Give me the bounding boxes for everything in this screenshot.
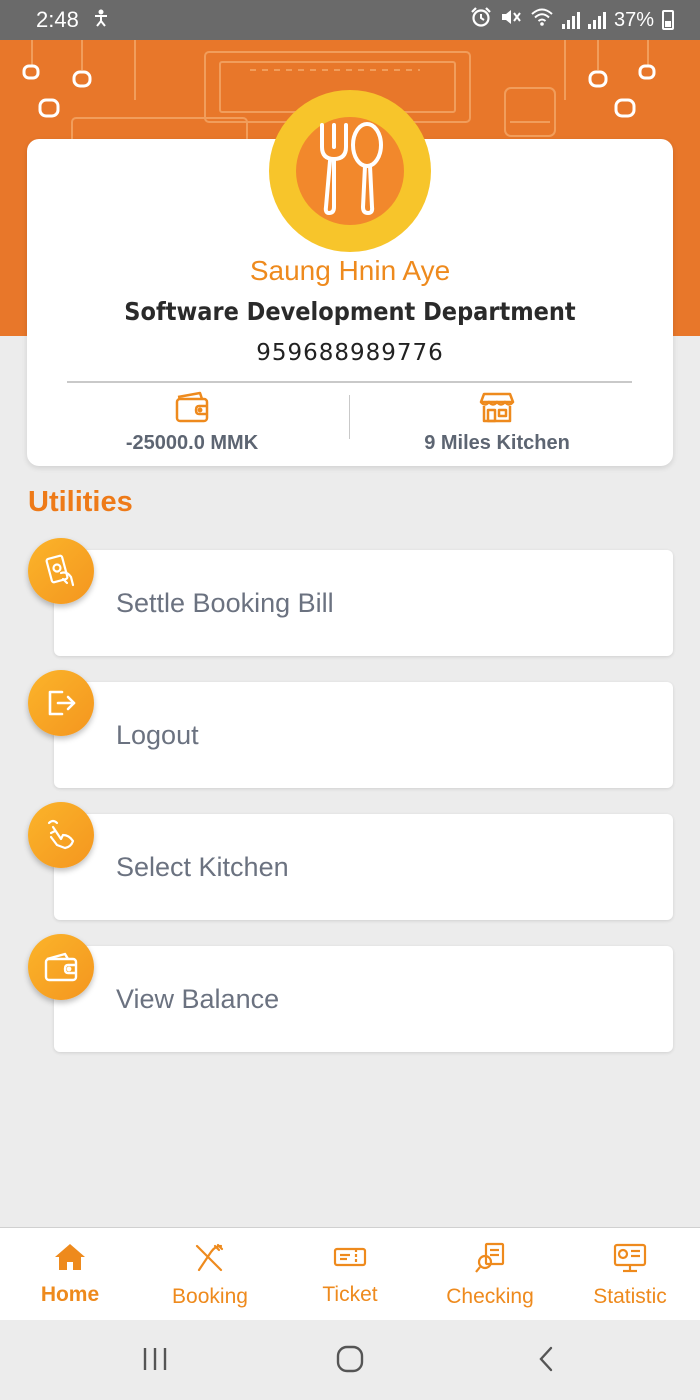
nav-home[interactable]: Home — [0, 1228, 140, 1321]
signal-icon-2 — [587, 11, 606, 29]
wallet-icon — [42, 391, 342, 428]
nav-booking[interactable]: Booking — [140, 1228, 280, 1321]
wallet-icon — [28, 934, 94, 1000]
user-name: Saung Hnin Aye — [249, 255, 451, 286]
kitchen-stat[interactable]: 9 Miles Kitchen — [347, 391, 647, 455]
cash-hand-icon — [28, 538, 94, 604]
store-icon — [347, 391, 647, 428]
department-name: Software Development Department — [124, 297, 576, 326]
fork-spoon-icon — [312, 121, 388, 222]
settle-booking-bill-item[interactable]: Settle Booking Bill — [28, 538, 673, 656]
nav-label: Checking — [446, 1285, 534, 1308]
nav-label: Home — [40, 1283, 100, 1306]
home-icon — [53, 1242, 87, 1277]
profile-card: Saung Hnin Aye Software Development Depa… — [27, 90, 673, 466]
avatar — [269, 90, 431, 252]
fork-knife-icon — [193, 1242, 227, 1279]
status-icons: 37% — [470, 7, 674, 33]
checking-icon — [473, 1242, 507, 1279]
logout-icon — [28, 670, 94, 736]
kitchen-value: 9 Miles Kitchen — [424, 432, 570, 454]
battery-icon — [662, 10, 674, 30]
view-balance-item[interactable]: View Balance — [28, 934, 673, 1052]
nav-label: Statistic — [593, 1285, 667, 1308]
accessibility-icon — [93, 9, 109, 32]
hand-pointer-icon — [28, 802, 94, 868]
logout-item[interactable]: Logout — [28, 670, 673, 788]
nav-label: Booking — [172, 1285, 248, 1308]
statistic-icon — [613, 1242, 647, 1279]
phone-number: 959688989776 — [256, 340, 444, 366]
ticket-icon — [333, 1242, 367, 1277]
util-label: Select Kitchen — [116, 852, 289, 882]
bottom-nav: Home Booking Ticket Checking Statistic — [0, 1227, 700, 1320]
back-icon[interactable] — [532, 1344, 562, 1379]
system-nav-bar — [0, 1320, 700, 1400]
util-label: View Balance — [116, 984, 280, 1014]
balance-stat[interactable]: -25000.0 MMK — [42, 391, 342, 455]
utilities-title: Utilities — [28, 486, 133, 518]
battery-percent: 37% — [613, 8, 654, 31]
select-kitchen-item[interactable]: Select Kitchen — [28, 802, 673, 920]
alarm-icon — [470, 7, 492, 33]
mute-icon — [500, 7, 522, 33]
status-bar: 2:48 37% — [0, 0, 700, 40]
util-label: Settle Booking Bill — [116, 588, 334, 618]
nav-label: Ticket — [322, 1283, 378, 1306]
util-label: Logout — [116, 720, 199, 750]
nav-checking[interactable]: Checking — [420, 1228, 560, 1321]
status-time: 2:48 — [36, 7, 79, 32]
nav-statistic[interactable]: Statistic — [560, 1228, 700, 1321]
wifi-icon — [530, 7, 554, 33]
signal-icon — [561, 11, 580, 29]
balance-value: -25000.0 MMK — [125, 432, 259, 454]
recent-apps-icon[interactable] — [140, 1344, 170, 1379]
divider — [67, 381, 632, 383]
home-button-icon[interactable] — [335, 1344, 365, 1379]
nav-ticket[interactable]: Ticket — [280, 1228, 420, 1321]
